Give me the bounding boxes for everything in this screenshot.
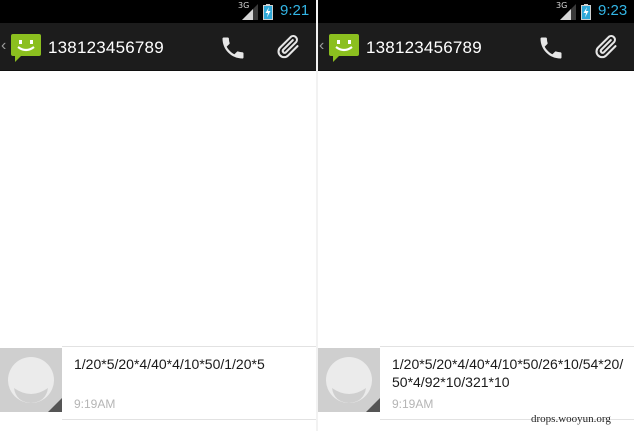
messaging-app-icon[interactable] — [10, 32, 42, 64]
message-bubble: 1/20*5/20*4/40*4/10*50/26*10/54*20/50*4/… — [380, 346, 634, 420]
status-clock: 9:23 — [598, 2, 628, 19]
default-contact-avatar-icon[interactable] — [0, 348, 62, 412]
message-text: 1/20*5/20*4/40*4/10*50/26*10/54*20/50*4/… — [392, 356, 624, 390]
status-bar: 3G 9:23 — [318, 0, 634, 23]
paperclip-icon[interactable] — [274, 33, 306, 63]
phone-icon[interactable] — [536, 34, 566, 62]
messaging-screen-left: 3G 9:21 ‹ 138123456789 1/20*5/20*4/40*4/… — [0, 0, 316, 431]
message-timestamp: 9:19AM — [74, 397, 116, 411]
battery-charging-icon — [263, 4, 273, 20]
message-item[interactable]: 1/20*5/20*4/40*4/10*50/26*10/54*20/50*4/… — [318, 346, 634, 422]
default-contact-avatar-icon[interactable] — [318, 348, 380, 412]
chevron-left-icon[interactable]: ‹ — [1, 36, 6, 56]
status-bar: 3G 9:21 — [0, 0, 316, 23]
messaging-screen-right: 3G 9:23 ‹ 138123456789 1/20*5/20*4/40*4/… — [318, 0, 634, 431]
message-item[interactable]: 1/20*5/20*4/40*4/10*50/1/20*5 9:19AM — [0, 346, 316, 422]
message-timestamp: 9:19AM — [392, 397, 434, 411]
paperclip-icon[interactable] — [592, 33, 624, 63]
chevron-left-icon[interactable]: ‹ — [319, 36, 324, 56]
conversation-action-bar: ‹ 138123456789 — [318, 23, 634, 71]
conversation-action-bar: ‹ 138123456789 — [0, 23, 316, 71]
signal-icon: 3G — [238, 1, 258, 20]
messaging-app-icon[interactable] — [328, 32, 360, 64]
conversation-title: 138123456789 — [48, 38, 164, 57]
conversation-title: 138123456789 — [366, 38, 482, 57]
battery-charging-icon — [581, 4, 591, 20]
signal-icon: 3G — [556, 1, 576, 20]
message-bubble: 1/20*5/20*4/40*4/10*50/1/20*5 9:19AM — [62, 346, 316, 420]
message-text: 1/20*5/20*4/40*4/10*50/1/20*5 — [74, 356, 265, 372]
watermark-text: drops.wooyun.org — [531, 413, 611, 425]
phone-icon[interactable] — [218, 34, 248, 62]
status-clock: 9:21 — [280, 2, 310, 19]
